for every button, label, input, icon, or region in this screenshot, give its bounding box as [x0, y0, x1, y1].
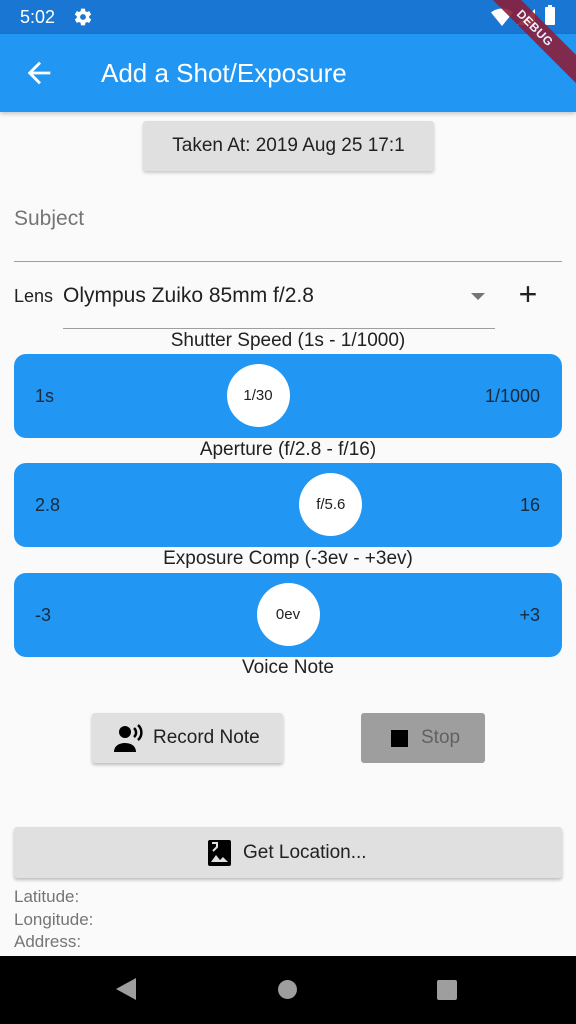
exposure-max-label: +3 — [519, 605, 540, 625]
taken-at-button[interactable]: Taken At: 2019 Aug 25 17:1 — [143, 121, 434, 171]
shutter-speed-label: Shutter Speed (1s - 1/1000) — [170, 330, 406, 351]
add-lens-button[interactable]: + — [510, 276, 546, 312]
lens-dropdown[interactable]: Olympus Zuiko 85mm f/2.8 — [63, 276, 495, 329]
shutter-speed-slider[interactable]: 1s 1/30 1/1000 — [14, 354, 562, 438]
get-location-label: Get Location... — [243, 842, 367, 863]
aperture-min-label: 2.8 — [35, 495, 61, 515]
record-note-button[interactable]: Record Note — [92, 713, 283, 763]
battery-icon — [545, 5, 555, 25]
shutter-min-label: 1s — [35, 386, 55, 406]
aperture-slider[interactable]: 2.8 f/5.6 16 — [14, 463, 562, 547]
nav-recents-icon[interactable] — [437, 980, 457, 1000]
lens-selected-value: Olympus Zuiko 85mm f/2.8 — [63, 284, 314, 307]
record-voice-icon — [114, 724, 143, 752]
record-note-label: Record Note — [153, 727, 260, 748]
status-time: 5:02 — [20, 7, 56, 27]
exposure-slider-thumb[interactable]: 0ev — [256, 583, 320, 646]
page-title: Add a Shot/Exposure — [101, 58, 347, 88]
lens-label: Lens — [14, 286, 54, 306]
shutter-slider-thumb[interactable]: 1/30 — [226, 364, 290, 427]
stop-button[interactable]: Stop — [361, 713, 485, 763]
exposure-min-label: -3 — [35, 605, 52, 625]
shutter-max-label: 1/1000 — [484, 386, 540, 406]
aperture-max-label: 16 — [519, 495, 540, 515]
longitude-label: Longitude: — [14, 910, 94, 929]
subject-input[interactable] — [14, 200, 562, 231]
nav-home-icon[interactable] — [278, 980, 297, 999]
aperture-slider-thumb[interactable]: f/5.6 — [299, 473, 363, 536]
aperture-label: Aperture (f/2.8 - f/16) — [199, 439, 377, 460]
subject-field[interactable] — [14, 200, 562, 262]
voice-note-heading: Voice Note — [242, 657, 334, 678]
get-location-button[interactable]: Get Location... — [14, 827, 562, 878]
dropdown-arrow-icon — [471, 293, 485, 300]
nav-back-icon[interactable] — [116, 978, 136, 1000]
stop-label: Stop — [421, 727, 461, 748]
stop-icon — [391, 730, 408, 747]
address-label: Address: — [14, 932, 82, 951]
status-bar: 5:02 — [0, 0, 576, 34]
app-bar: Add a Shot/Exposure — [0, 34, 576, 112]
system-nav-bar — [0, 956, 576, 1024]
back-arrow-icon[interactable] — [22, 56, 56, 90]
settings-gear-icon — [74, 8, 92, 26]
latitude-label: Latitude: — [14, 887, 80, 906]
exposure-comp-slider[interactable]: -3 0ev +3 — [14, 573, 562, 657]
exposure-comp-label: Exposure Comp (-3ev - +3ev) — [163, 548, 413, 569]
map-image-icon — [208, 840, 231, 866]
